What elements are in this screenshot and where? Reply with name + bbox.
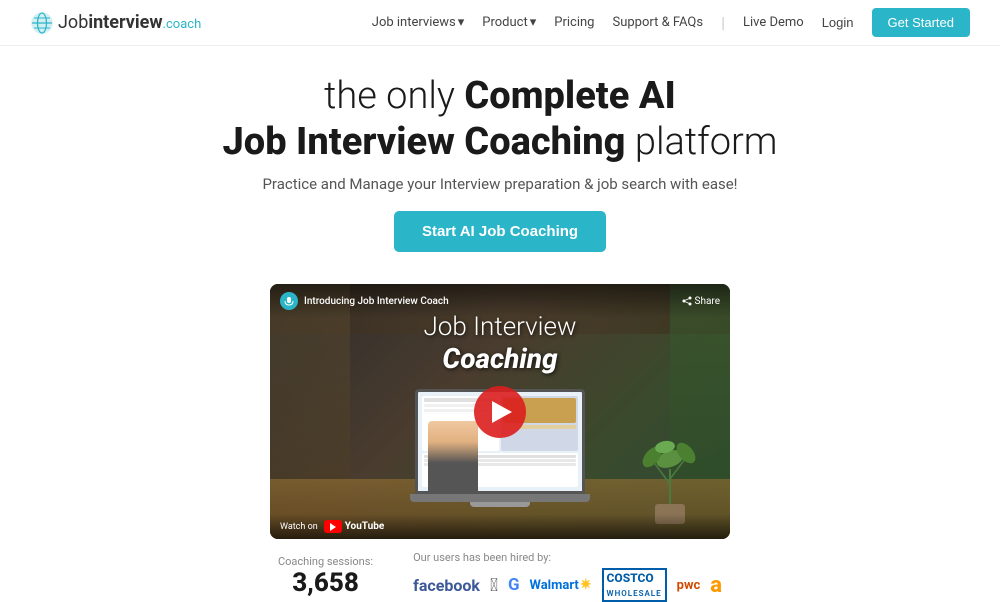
chevron-down-icon: ▾ <box>530 15 537 30</box>
video-overlay-text: Job Interview Coaching <box>423 312 576 375</box>
hero-heading-bold2: Job Interview Coaching <box>222 120 625 164</box>
youtube-icon <box>324 520 342 533</box>
mic-icon <box>284 296 294 306</box>
logo-coach: .coach <box>163 17 202 32</box>
logo-job: Job <box>58 12 88 33</box>
google-logo: G <box>508 575 520 595</box>
youtube-play-icon <box>330 523 336 531</box>
facebook-logo: facebook <box>413 576 480 595</box>
stats-sessions: Coaching sessions: 3,658 <box>278 555 373 598</box>
walmart-logo: Walmart ✷ <box>530 577 592 593</box>
navbar: Jobinterview.coach Job interviews ▾ Prod… <box>0 0 1000 46</box>
video-topbar: Introducing Job Interview Coach Share <box>270 284 730 318</box>
company-logos: facebook  G Walmart ✷ COSTCOWHOLESALE p… <box>413 568 722 602</box>
get-started-button[interactable]: Get Started <box>872 8 970 37</box>
nav-links: Job interviews ▾ Product ▾ Pricing Suppo… <box>372 8 970 37</box>
stats-hired: Our users has been hired by: facebook  … <box>413 551 722 602</box>
video-topbar-left: Introducing Job Interview Coach <box>280 292 449 310</box>
share-label: Share <box>695 296 720 307</box>
hero-heading-bold1: Complete AI <box>464 74 675 118</box>
video-channel-label: Introducing Job Interview Coach <box>304 296 449 307</box>
share-icon <box>682 296 692 306</box>
globe-icon <box>30 11 54 35</box>
sessions-count: 3,658 <box>278 568 373 598</box>
nav-live-demo[interactable]: Live Demo <box>743 15 804 30</box>
pwc-logo: pwc <box>677 578 701 593</box>
hero-subtext: Practice and Manage your Interview prepa… <box>20 175 980 193</box>
video-channel-icon <box>280 292 298 310</box>
apple-logo:  <box>490 575 498 596</box>
video-title2: Coaching <box>423 342 576 375</box>
chevron-down-icon: ▾ <box>458 15 465 30</box>
video-player[interactable]: Introducing Job Interview Coach Share Jo… <box>270 284 730 539</box>
costco-logo: COSTCOWHOLESALE <box>602 568 667 602</box>
nav-pricing[interactable]: Pricing <box>554 15 594 30</box>
nav-divider: | <box>721 13 725 32</box>
hero-heading: the only Complete AI Job Interview Coach… <box>20 74 980 165</box>
hero-cta-button[interactable]: Start AI Job Coaching <box>394 211 606 252</box>
logo[interactable]: Jobinterview.coach <box>30 11 201 35</box>
watch-on-label: Watch on <box>280 522 318 532</box>
sessions-label: Coaching sessions: <box>278 555 373 568</box>
stats-bar: Coaching sessions: 3,658 Our users has b… <box>0 539 1000 602</box>
play-button[interactable] <box>474 386 526 438</box>
nav-product[interactable]: Product ▾ <box>482 15 536 30</box>
nav-job-interviews[interactable]: Job interviews ▾ <box>372 15 464 30</box>
laptop-base <box>410 494 590 502</box>
youtube-logo[interactable]: YouTube <box>324 520 385 533</box>
laptop-person <box>428 421 478 491</box>
laptop-stand <box>470 502 530 507</box>
login-button[interactable]: Login <box>822 15 854 30</box>
video-bottom-bar: Watch on YouTube <box>270 514 730 539</box>
logo-interview: interview <box>88 12 162 33</box>
video-share-button[interactable]: Share <box>682 296 720 307</box>
amazon-logo: a <box>710 573 722 598</box>
hero-section: the only Complete AI Job Interview Coach… <box>0 46 1000 284</box>
hero-heading-light1: the only <box>324 74 455 118</box>
hero-heading-light2: platform <box>635 120 778 164</box>
nav-support[interactable]: Support & FAQs <box>612 15 703 30</box>
video-wrapper: Introducing Job Interview Coach Share Jo… <box>0 284 1000 539</box>
play-triangle-icon <box>492 401 512 423</box>
youtube-label: YouTube <box>345 521 385 532</box>
hired-label: Our users has been hired by: <box>413 551 722 564</box>
